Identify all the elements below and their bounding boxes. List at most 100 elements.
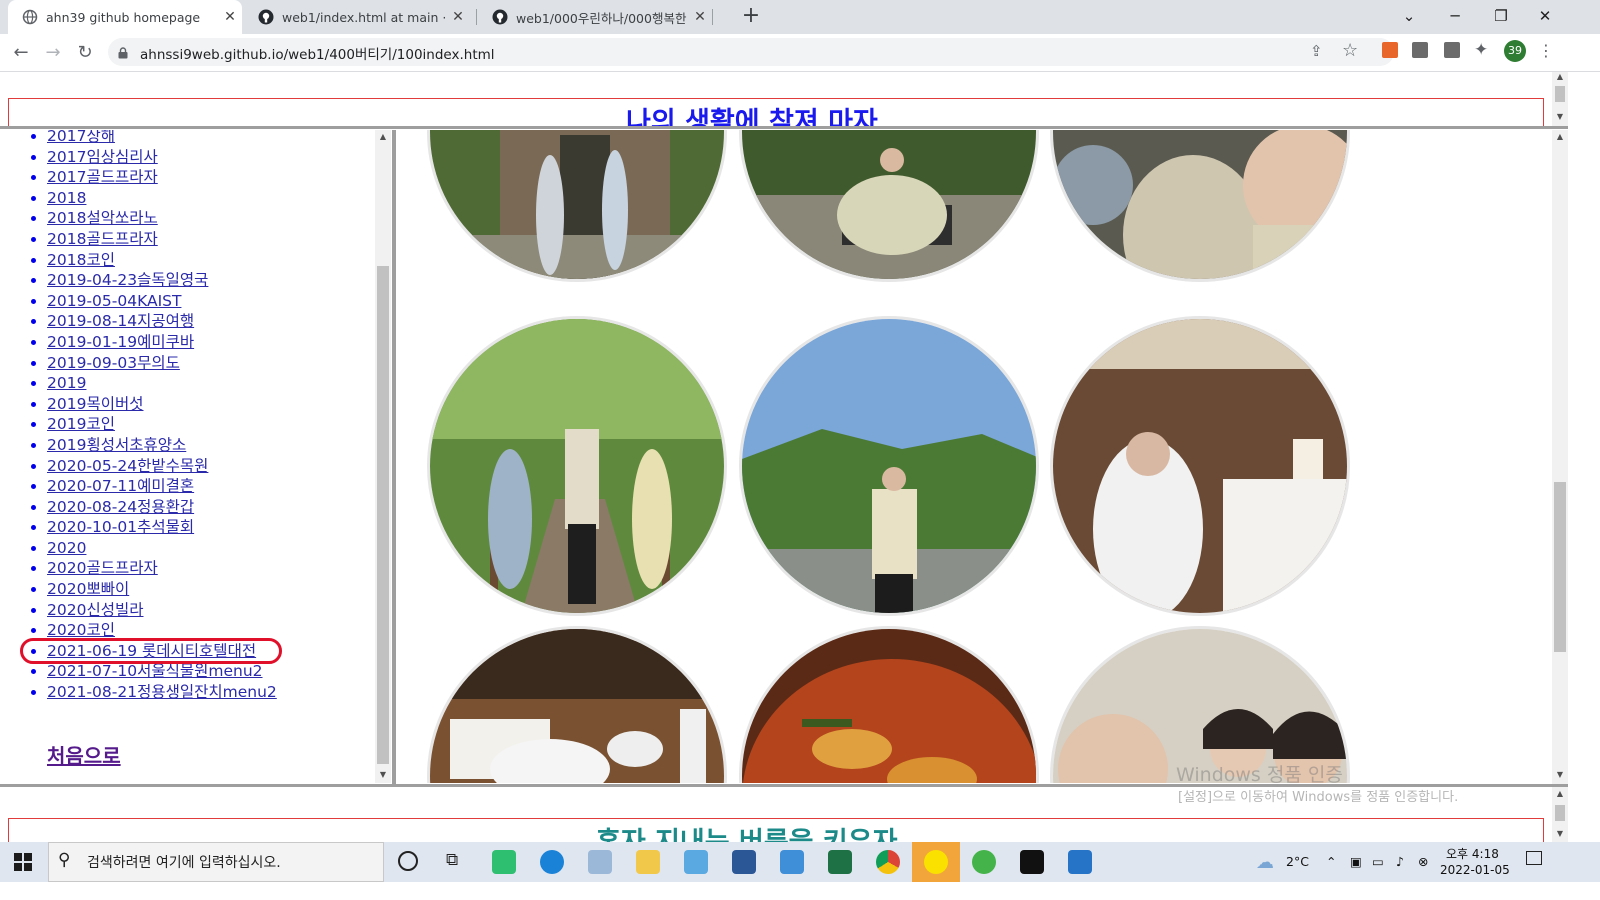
scroll-down-arrow-icon[interactable]: ▼ xyxy=(1552,829,1568,838)
pycharm-app-icon[interactable] xyxy=(1020,850,1044,874)
task-view-icon[interactable]: ⧉ xyxy=(446,850,458,870)
weather-temperature[interactable]: 2°C xyxy=(1286,854,1309,869)
frame-divider[interactable] xyxy=(0,126,1568,129)
album-link[interactable]: 2020-08-24정용환갑 xyxy=(47,498,194,516)
album-list-item[interactable]: 2020 xyxy=(47,538,375,559)
album-list-item[interactable]: 2019목이버섯 xyxy=(47,394,375,415)
minimize-button[interactable]: ─ xyxy=(1432,0,1478,34)
notepad-app-icon[interactable] xyxy=(684,850,708,874)
album-link[interactable]: 2020신성빌라 xyxy=(47,601,144,619)
paint-app-icon[interactable] xyxy=(588,850,612,874)
scroll-thumb[interactable] xyxy=(1555,805,1565,821)
cortana-icon[interactable] xyxy=(398,851,418,871)
network-icon[interactable]: ▭ xyxy=(1372,854,1384,869)
home-link[interactable]: 처음으로 xyxy=(47,740,121,769)
album-link[interactable]: 2019-08-14지공여행 xyxy=(47,312,194,330)
scroll-up-arrow-icon[interactable]: ▲ xyxy=(375,132,391,141)
clock-date[interactable]: 2022-01-05 xyxy=(1440,863,1510,877)
windows-start-icon[interactable] xyxy=(14,853,32,875)
tab-close-icon[interactable]: ✕ xyxy=(218,9,242,25)
album-list-item[interactable]: 2021-08-21정용생일잔치menu2 xyxy=(47,682,375,703)
album-link[interactable]: 2018설악쏘라노 xyxy=(47,209,158,227)
left-frame-scrollbar[interactable]: ▲ ▼ xyxy=(375,130,391,783)
clock-time[interactable]: 오후 4:18 xyxy=(1446,845,1499,862)
kotlin-app-icon[interactable] xyxy=(492,850,516,874)
album-link[interactable]: 2020-07-11예미결혼 xyxy=(47,477,194,495)
album-link[interactable]: 2020-10-01추석물회 xyxy=(47,518,194,536)
album-link[interactable]: 2019목이버섯 xyxy=(47,395,144,413)
album-list-item[interactable]: 2020신성빌라 xyxy=(47,600,375,621)
album-list-item[interactable]: 2017상해 xyxy=(47,130,375,147)
album-link[interactable]: 2019-01-19예미쿠바 xyxy=(47,333,194,351)
tab-close-icon[interactable]: ✕ xyxy=(688,9,712,25)
photo-table-meal[interactable] xyxy=(427,626,727,783)
album-list-item[interactable]: 2019-04-23슬독일영국 xyxy=(47,270,375,291)
restore-button[interactable]: ❐ xyxy=(1478,0,1524,34)
album-link[interactable]: 2021-07-10서울식물원menu2 xyxy=(47,662,263,680)
photo-mountain-cheer[interactable] xyxy=(739,316,1039,616)
album-link[interactable]: 2017임상심리사 xyxy=(47,148,158,166)
photo-bench-trio[interactable] xyxy=(739,130,1039,282)
album-link[interactable]: 2017골드프라자 xyxy=(47,168,158,186)
url-text[interactable]: ahnssi9web.github.io/web1/400버티기/100inde… xyxy=(140,43,495,63)
notification-center-icon[interactable] xyxy=(1526,851,1542,865)
new-tab-button[interactable]: + xyxy=(738,4,764,30)
tab-search-chevron-icon[interactable]: ⌄ xyxy=(1386,0,1432,34)
close-window-button[interactable]: ✕ xyxy=(1522,0,1568,34)
album-list-item[interactable]: 2017골드프라자 xyxy=(47,167,375,188)
album-link[interactable]: 2020 xyxy=(47,539,86,557)
top-frame-title[interactable]: 나의 생활에 찾져 마자 xyxy=(626,100,878,128)
album-list-item[interactable]: 2017임상심리사 xyxy=(47,147,375,168)
puzzle-extensions-icon[interactable]: ✦ xyxy=(1474,40,1488,60)
scroll-down-arrow-icon[interactable]: ▼ xyxy=(375,770,391,779)
bookmark-star-icon[interactable]: ☆ xyxy=(1342,40,1358,61)
photos-app-icon[interactable] xyxy=(1068,850,1092,874)
tray-app-icon[interactable]: ▣ xyxy=(1350,854,1362,869)
photo-spicy-dish[interactable] xyxy=(739,626,1039,783)
album-link[interactable]: 2018골드프라자 xyxy=(47,230,158,248)
album-list-item[interactable]: 2020-05-24한밭수목원 xyxy=(47,456,375,477)
scroll-up-arrow-icon[interactable]: ▲ xyxy=(1552,789,1568,798)
photo-hotel-room[interactable] xyxy=(1050,316,1350,616)
album-list-item[interactable]: 2020-07-11예미결혼 xyxy=(47,476,375,497)
album-list-item[interactable]: 2019횡성서초휴양소 xyxy=(47,435,375,456)
album-list-item[interactable]: 2019-09-03무의도 xyxy=(47,353,375,374)
edge-browser-icon[interactable] xyxy=(540,850,564,874)
album-list-item[interactable]: 2019코인 xyxy=(47,414,375,435)
share-icon[interactable]: ⇪ xyxy=(1310,42,1323,60)
ime-icon[interactable]: ⊗ xyxy=(1418,854,1428,869)
extension-reader-icon[interactable] xyxy=(1412,42,1428,58)
album-link[interactable]: 2020골드프라자 xyxy=(47,559,158,577)
album-list-item[interactable]: 2019-05-04KAIST xyxy=(47,291,375,312)
back-arrow-icon[interactable]: ← xyxy=(8,40,34,66)
taskbar-search-placeholder[interactable]: 검색하려면 여기에 입력하십시오. xyxy=(87,852,281,872)
tab-close-icon[interactable]: ✕ xyxy=(446,9,470,25)
reload-icon[interactable]: ↻ xyxy=(72,40,98,66)
album-list-item[interactable]: 2018골드프라자 xyxy=(47,229,375,250)
extension-rx-icon[interactable] xyxy=(1382,42,1398,58)
tray-chevron-icon[interactable]: ⌃ xyxy=(1326,854,1336,869)
photo-frame-scrollbar[interactable]: ▲ ▼ xyxy=(1552,130,1568,784)
hwp-app-icon[interactable] xyxy=(780,850,804,874)
bottom-frame-title[interactable]: 혼자 지내는 버릇을 키우자 xyxy=(596,820,897,842)
bottom-frame-scrollbar[interactable]: ▲ ▼ xyxy=(1552,787,1568,842)
album-list-item[interactable]: 2020-10-01추석물회 xyxy=(47,517,375,538)
excel-app-icon[interactable] xyxy=(828,850,852,874)
tab-web1-index[interactable]: web1/index.html at main · ahnssi9 ✕ xyxy=(244,0,470,34)
album-list-item[interactable]: 2018 xyxy=(47,188,375,209)
tab-ahn39-homepage[interactable]: ahn39 github homepage ✕ xyxy=(8,0,242,34)
album-list-item[interactable]: 2019 xyxy=(47,373,375,394)
chrome-browser-icon[interactable] xyxy=(876,850,900,874)
forward-arrow-icon[interactable]: → xyxy=(40,40,66,66)
album-link[interactable]: 2020뽀빠이 xyxy=(47,580,129,598)
scroll-up-arrow-icon[interactable]: ▲ xyxy=(1552,132,1568,141)
album-list-item[interactable]: 2019-08-14지공여행 xyxy=(47,311,375,332)
album-link[interactable]: 2017상해 xyxy=(47,130,115,145)
album-link[interactable]: 2019-05-04KAIST xyxy=(47,292,181,310)
weather-cloud-icon[interactable]: ☁ xyxy=(1256,852,1274,873)
album-list-item[interactable]: 2018설악쏘라노 xyxy=(47,208,375,229)
album-link[interactable]: 2019 xyxy=(47,374,86,392)
album-link[interactable]: 2018 xyxy=(47,189,86,207)
album-list-item[interactable]: 2021-07-10서울식물원menu2 xyxy=(47,661,375,682)
line-messenger-icon[interactable] xyxy=(972,850,996,874)
